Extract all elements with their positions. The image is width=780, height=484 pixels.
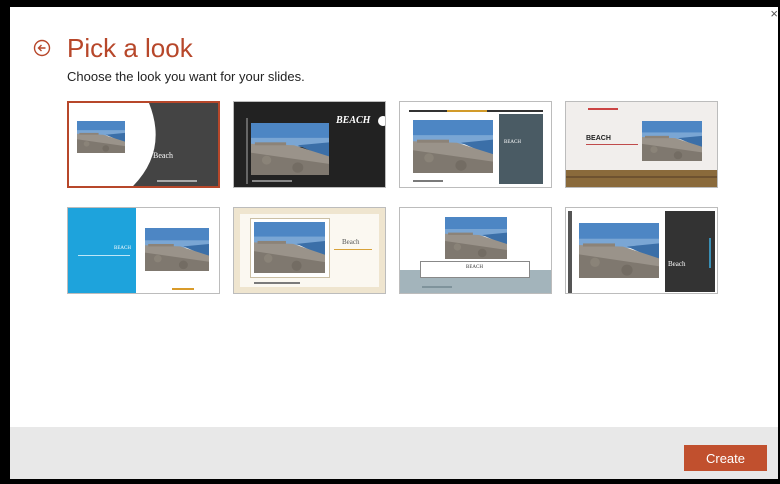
photo (254, 222, 325, 273)
floor-line (566, 176, 717, 178)
photo (413, 120, 493, 173)
footer-text (252, 180, 292, 182)
title-rule (334, 249, 372, 250)
footer-text (413, 180, 443, 182)
notch (378, 116, 385, 126)
design-option-7[interactable]: BEACH (399, 207, 552, 294)
footer-text (157, 180, 197, 182)
footer-text (422, 286, 452, 288)
header-text (588, 108, 618, 110)
design-option-5[interactable]: BEACH (67, 207, 220, 294)
design-option-2[interactable]: BEACH (233, 101, 386, 188)
page-subtitle: Choose the look you want for your slides… (67, 69, 305, 84)
photo (77, 121, 125, 153)
photo (642, 121, 702, 161)
design-option-1[interactable]: Beach (67, 101, 220, 188)
slide-title: BEACH (336, 115, 371, 126)
accent-rule (709, 238, 711, 268)
close-icon[interactable]: × (770, 7, 778, 24)
side-rule (568, 211, 572, 293)
design-option-6[interactable]: Beach (233, 207, 386, 294)
footer-text (172, 288, 194, 290)
photo (251, 123, 329, 175)
dialog-footer: Create (10, 427, 778, 479)
rule (246, 118, 248, 184)
slide-title: BEACH (466, 265, 483, 270)
slide-title: Beach (342, 238, 360, 246)
slide-title: Beach (153, 151, 173, 160)
design-option-8[interactable]: Beach (565, 207, 718, 294)
wood-floor (566, 170, 717, 187)
photo (579, 223, 659, 278)
design-option-4[interactable]: BEACH (565, 101, 718, 188)
photo (445, 217, 507, 259)
photo (145, 228, 209, 271)
slide-title: BEACH (114, 246, 131, 251)
title-rule (78, 255, 130, 256)
title-panel (499, 114, 543, 184)
slide-title: Beach (668, 260, 686, 268)
footer-text (254, 282, 300, 284)
color-panel (68, 208, 136, 293)
slide-title: BEACH (586, 135, 611, 142)
accent-rule (447, 110, 487, 112)
title-panel (665, 211, 715, 292)
pick-a-look-dialog: × Pick a look Choose the look you want f… (10, 7, 778, 479)
page-title: Pick a look (67, 33, 193, 63)
create-button[interactable]: Create (684, 445, 767, 471)
slide-title: BEACH (504, 140, 521, 145)
design-option-3[interactable]: BEACH (399, 101, 552, 188)
title-rule (586, 144, 638, 145)
back-arrow-circle-icon[interactable] (33, 39, 51, 57)
